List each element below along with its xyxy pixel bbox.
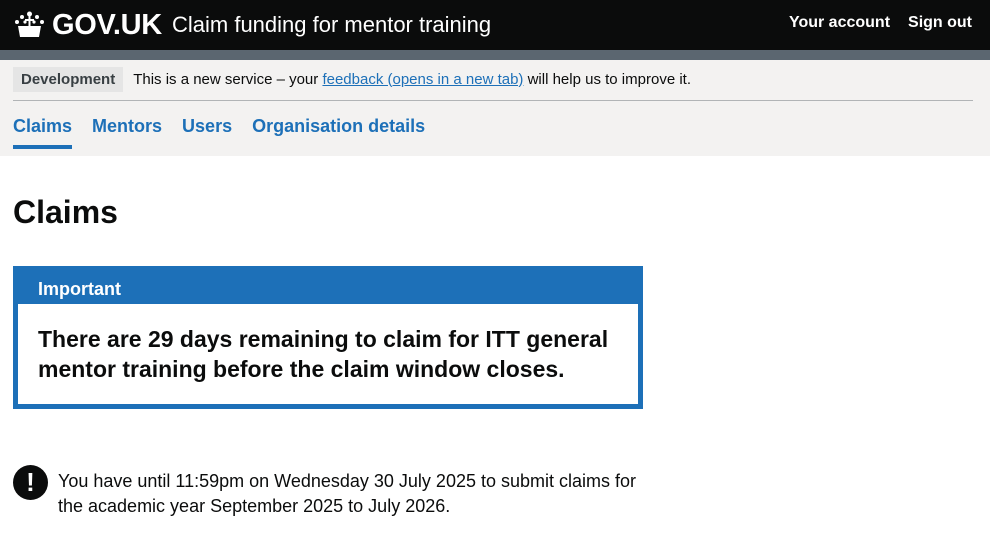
sign-out-link[interactable]: Sign out xyxy=(908,14,972,32)
warning-text: ! You have until 11:59pm on Wednesday 30… xyxy=(13,464,653,519)
phase-text-before: This is a new service – your xyxy=(133,70,319,88)
exclamation-icon: ! xyxy=(13,465,48,500)
crown-icon xyxy=(15,11,44,37)
govuk-logo-link[interactable]: GOV.UK xyxy=(13,7,162,43)
phase-banner: Development This is a new service – your… xyxy=(13,60,973,101)
primary-nav: Claims Mentors Users Organisation detail… xyxy=(13,116,425,149)
page-title: Claims xyxy=(13,194,118,230)
service-name-link[interactable]: Claim funding for mentor training xyxy=(172,12,491,38)
nav-item-claims[interactable]: Claims xyxy=(13,116,73,149)
phase-banner-text: This is a new service – your feedback (o… xyxy=(133,71,691,88)
notification-body: There are 29 days remaining to claim for… xyxy=(18,304,638,404)
phase-tag: Development xyxy=(13,66,124,92)
nav-item-organisation-details[interactable]: Organisation details xyxy=(252,116,425,149)
notification-title: Important xyxy=(38,279,121,299)
header-nav: Your account Sign out xyxy=(789,14,972,32)
site-header: GOV.UK Claim funding for mentor training… xyxy=(0,0,990,50)
phase-text-after: will help us to improve it. xyxy=(527,70,691,88)
govuk-logo-text: GOV.UK xyxy=(52,8,162,41)
header-accent-bar xyxy=(0,50,990,60)
feedback-link[interactable]: feedback (opens in a new tab) xyxy=(322,71,523,88)
banner-and-nav-area: Development This is a new service – your… xyxy=(0,60,990,156)
nav-item-mentors[interactable]: Mentors xyxy=(92,116,162,149)
notification-heading: There are 29 days remaining to claim for… xyxy=(38,326,609,382)
nav-item-users[interactable]: Users xyxy=(182,116,232,149)
your-account-link[interactable]: Your account xyxy=(789,14,890,32)
warning-message: You have until 11:59pm on Wednesday 30 J… xyxy=(58,471,637,516)
notification-banner: Important There are 29 days remaining to… xyxy=(13,266,643,409)
